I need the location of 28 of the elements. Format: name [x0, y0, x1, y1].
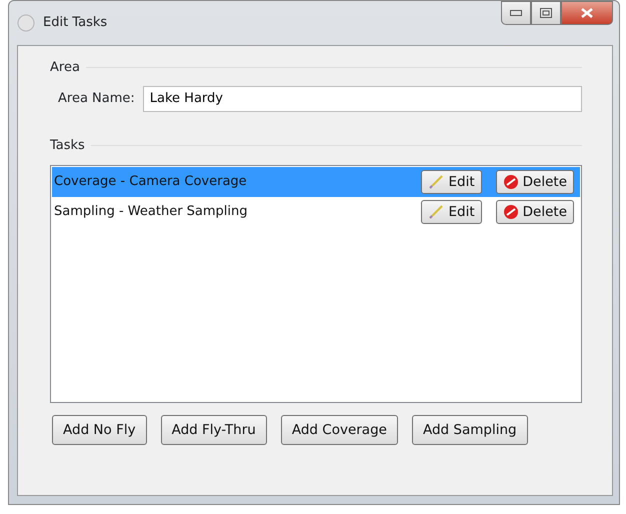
add-button[interactable]: Add Fly-Thru [160, 415, 267, 446]
maximize-icon [540, 8, 552, 18]
delete-button[interactable]: Delete [496, 200, 574, 224]
close-button[interactable] [561, 1, 613, 25]
pencil-icon [428, 174, 444, 190]
maximize-button[interactable] [531, 1, 561, 25]
delete-icon [502, 204, 519, 220]
add-button[interactable]: Add Sampling [412, 415, 528, 446]
delete-button[interactable]: Delete [496, 170, 574, 194]
minimize-icon [510, 10, 522, 16]
window-title: Edit Tasks [43, 14, 108, 32]
add-button[interactable]: Add Coverage [280, 415, 398, 446]
tasks-heading: Tasks [50, 136, 85, 154]
area-name-field[interactable]: Lake Hardy [142, 86, 582, 112]
app-icon [17, 14, 35, 32]
task-row[interactable]: Coverage - Camera Coverage Edit Delete [52, 167, 580, 197]
edit-button[interactable]: Edit [421, 200, 482, 224]
task-label: Coverage - Camera Coverage [54, 173, 248, 192]
area-name-label: Area Name: [58, 90, 135, 108]
minimize-button[interactable] [501, 1, 531, 25]
task-row[interactable]: Sampling - Weather Sampling Edit Delete [52, 197, 580, 227]
delete-icon [502, 174, 519, 190]
edit-button[interactable]: Edit [421, 170, 482, 194]
area-heading: Area [50, 59, 80, 77]
add-button[interactable]: Add No Fly [52, 415, 147, 446]
task-label: Sampling - Weather Sampling [54, 203, 249, 222]
pencil-icon [428, 204, 444, 220]
close-icon [581, 8, 593, 18]
